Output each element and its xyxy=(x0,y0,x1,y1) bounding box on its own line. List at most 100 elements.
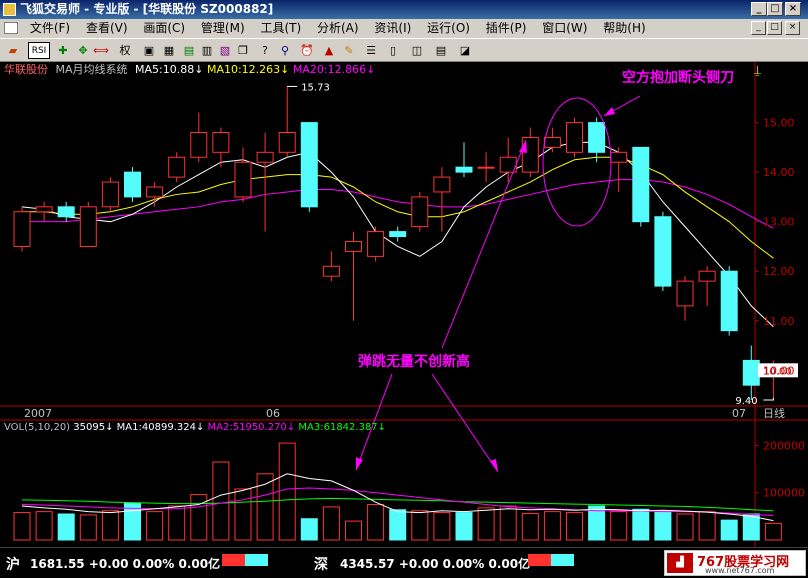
volume-bar xyxy=(79,514,97,541)
volume-bar xyxy=(212,461,230,541)
price-tick-12: 12.00 xyxy=(763,265,795,278)
sh-strength-bar xyxy=(222,554,268,566)
candle-down xyxy=(742,359,760,386)
ma10-down-arrow-icon: ↓ xyxy=(280,63,290,76)
volume-bar xyxy=(35,511,53,541)
candle-up xyxy=(234,161,252,198)
volume-bar xyxy=(57,513,75,541)
stock-name[interactable]: 华联股份 xyxy=(0,63,48,76)
sz-index-quote[interactable]: 4345.57 +0.00 0.00% 0.00亿 xyxy=(340,555,530,572)
app-window: 飞狐交易师 - 专业版 - [华联股份 SZ000882] _ □ × 文件(F… xyxy=(0,0,808,578)
x-axis-label-06: 06 xyxy=(266,407,280,420)
volume-down-arrow-icon: ↓ xyxy=(105,422,114,433)
status-bar: 沪 1681.55 +0.00 0.00% 0.00亿 深 4345.57 +0… xyxy=(0,547,808,578)
volume-bar xyxy=(146,511,164,541)
ma20-down-arrow-icon: ↓ xyxy=(366,63,376,76)
volume-bar xyxy=(190,494,208,541)
candle-down xyxy=(300,122,318,208)
candle-down xyxy=(389,231,407,238)
candle-up xyxy=(433,176,451,193)
watermark-url: www.net767.com xyxy=(705,566,775,575)
annotation-middle: 弹跳无量不创新高 xyxy=(358,353,470,370)
candle-up xyxy=(566,122,583,153)
sz-strength-bar xyxy=(528,554,574,566)
candle-up xyxy=(477,166,495,169)
volume-bar xyxy=(101,510,119,541)
candle-up xyxy=(35,206,53,213)
watermark-logo-icon: ▟ xyxy=(667,553,693,573)
candle-up xyxy=(79,206,97,247)
candle-up xyxy=(278,132,296,153)
candle-down xyxy=(124,171,141,198)
volume-bar xyxy=(278,442,296,541)
ma5-value: MA5:10.88 xyxy=(135,63,195,76)
volume-bar xyxy=(632,508,650,541)
candle-up xyxy=(698,270,716,282)
vol-ma2-down-arrow-icon: ↓ xyxy=(286,422,296,433)
ma10-value: MA10:12.263 xyxy=(206,63,281,76)
candle-up xyxy=(212,132,230,153)
ma20-value: MA20:12.866 xyxy=(292,63,367,76)
volume-bar xyxy=(698,511,716,541)
candle-down xyxy=(455,166,473,173)
volume-bar xyxy=(411,510,429,541)
high-price-label: 15.73 xyxy=(301,82,330,93)
ma5-down-arrow-icon: ↓ xyxy=(194,63,204,76)
candle-down xyxy=(720,270,738,332)
price-tick-10: 10.00 xyxy=(763,364,795,377)
candle-up xyxy=(676,280,694,307)
volume-bar xyxy=(389,509,407,541)
sh-index-label[interactable]: 沪 xyxy=(6,554,20,574)
candle-down xyxy=(654,216,672,287)
vol-ma3-down-arrow-icon: ↓ xyxy=(377,422,387,433)
volume-bar xyxy=(367,504,385,541)
volume-bar xyxy=(566,512,583,541)
candle-up xyxy=(367,231,385,257)
volume-bar xyxy=(676,513,694,541)
candle-up xyxy=(101,181,119,208)
volume-bar xyxy=(543,511,561,541)
volume-bar xyxy=(300,518,318,541)
chart-canvas: ⍊ 15.73 9.40 2007 06 07 日线 空方抱加断头铡刀 弹跳无量… xyxy=(0,62,808,547)
volume-bar xyxy=(168,505,186,541)
candle-up xyxy=(345,241,362,252)
x-axis-label-2007: 2007 xyxy=(24,407,52,420)
candle-up xyxy=(610,151,628,163)
volume-bar xyxy=(234,488,252,541)
volume-bar xyxy=(610,511,628,541)
volume-bar xyxy=(477,507,495,541)
sh-index-quote[interactable]: 1681.55 +0.00 0.00% 0.00亿 xyxy=(30,555,220,572)
volume-bar xyxy=(13,512,31,541)
price-tick-13: 13.00 xyxy=(763,216,795,229)
price-tick-15: 15.00 xyxy=(763,117,795,130)
volume-indicator[interactable]: VOL(5,10,20) xyxy=(0,422,70,433)
volume-bar xyxy=(764,522,782,541)
candle-down xyxy=(632,146,650,223)
vol-ma3-value: MA3:61842.387 xyxy=(298,422,378,433)
candle-up xyxy=(322,265,340,277)
low-price-label: 9.40 xyxy=(735,396,757,407)
volume-bar xyxy=(433,512,451,541)
volume-bar xyxy=(521,513,539,541)
candle-up xyxy=(13,211,31,247)
candle-down xyxy=(588,122,606,153)
period-label[interactable]: 日线 xyxy=(763,406,785,420)
candle-up xyxy=(256,151,274,163)
sz-index-label[interactable]: 深 xyxy=(314,554,328,574)
volume-tick-200000: 200000 xyxy=(763,439,805,452)
volume-value: 35095 xyxy=(73,422,106,433)
watermark-box: ▟ 767股票学习网 www.net767.com xyxy=(664,550,806,576)
x-axis-label-07: 07 xyxy=(732,407,746,420)
volume-tick-100000: 100000 xyxy=(763,487,805,500)
candle-up xyxy=(146,186,164,198)
candle-up xyxy=(411,196,429,228)
volume-bar xyxy=(455,512,473,541)
price-tick-14: 14.00 xyxy=(763,166,795,179)
indicator-name[interactable]: MA月均线系统 xyxy=(52,63,128,76)
vol-ma1-value: MA1:40899.324 xyxy=(116,422,196,433)
volume-bar xyxy=(654,510,672,541)
vol-ma2-value: MA2:51950.270 xyxy=(207,422,287,433)
price-tick-11: 11.00 xyxy=(763,315,795,328)
chart-info-line: 华联股份 MA月均线系统 MA5:10.88↓ MA10:12.263↓ MA2… xyxy=(0,62,760,77)
volume-bar xyxy=(720,519,738,541)
